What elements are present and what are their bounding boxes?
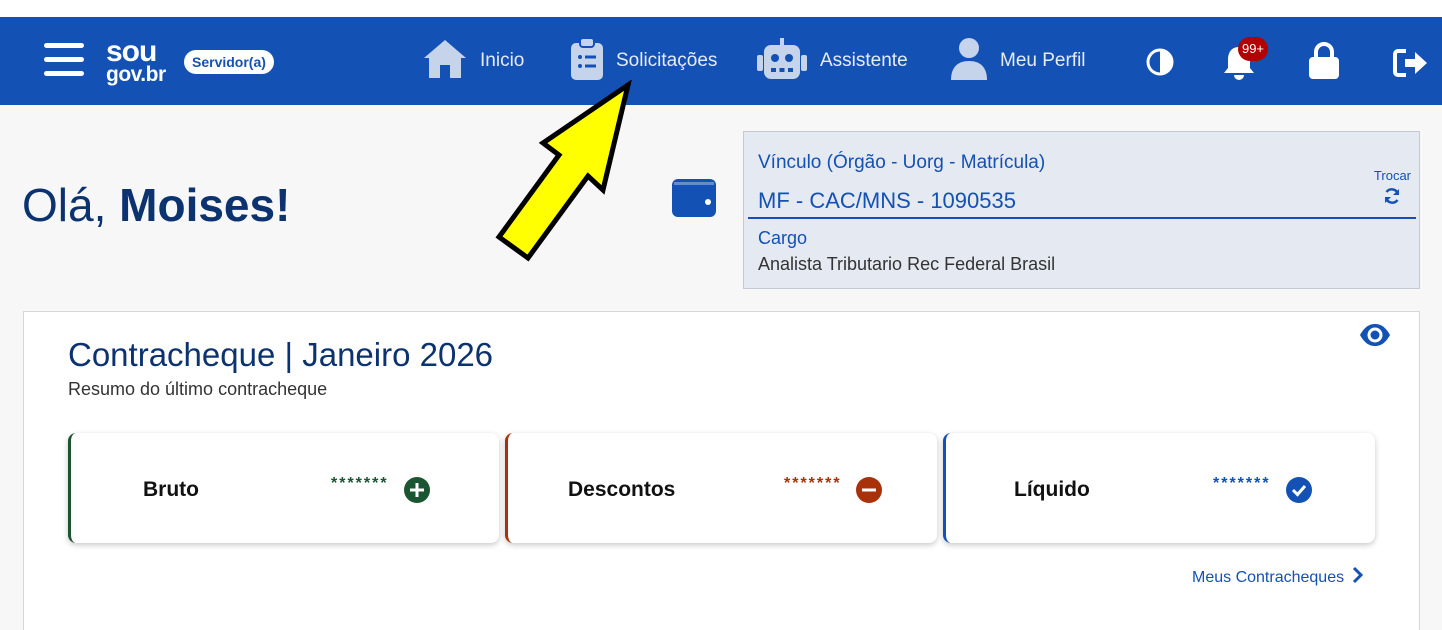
- robot-icon: [756, 37, 808, 86]
- nav-meu-perfil[interactable]: Meu Perfil: [950, 17, 1086, 105]
- contrast-icon[interactable]: [1146, 48, 1174, 81]
- notification-badge: 99+: [1238, 37, 1268, 61]
- descontos-label: Descontos: [568, 478, 676, 501]
- greeting-name: Moises!: [119, 179, 291, 231]
- switch-vinculo-button[interactable]: Trocar: [1374, 168, 1411, 209]
- top-strip: [0, 0, 1442, 17]
- meus-contracheques-label: Meus Contracheques: [1192, 568, 1345, 586]
- menu-button[interactable]: [44, 43, 84, 77]
- cargo-label: Cargo: [758, 228, 808, 248]
- bruto-value: *******: [331, 475, 389, 492]
- cargo-value: Analista Tributario Rec Federal Brasil: [758, 254, 1056, 274]
- payslip-title: Contracheque | Janeiro 2026: [68, 336, 494, 373]
- home-icon: [422, 38, 468, 85]
- summary-descontos[interactable]: Descontos *******: [505, 433, 937, 543]
- greeting-prefix: Olá,: [22, 179, 107, 231]
- check-circle-icon: [1285, 476, 1313, 509]
- nav-solicitacoes-label: Solicitações: [616, 50, 718, 71]
- wallet-icon: [671, 178, 717, 223]
- switch-vinculo-label: Trocar: [1373, 168, 1411, 183]
- summary-liquido[interactable]: Líquido *******: [943, 433, 1375, 543]
- nav-meu-perfil-label: Meu Perfil: [1000, 50, 1086, 71]
- liquido-value: *******: [1213, 475, 1271, 492]
- logout-icon[interactable]: [1393, 48, 1429, 83]
- role-badge: Servidor(a): [184, 50, 274, 74]
- header-bar: sou gov.br Servidor(a) Inicio Solicitaçõ…: [0, 17, 1442, 105]
- eye-icon[interactable]: [1358, 322, 1392, 353]
- refresh-icon: [1382, 188, 1402, 209]
- annotation-arrow-icon: [490, 79, 640, 270]
- payslip-card: Contracheque | Janeiro 2026 Resumo do úl…: [23, 311, 1420, 630]
- summary-bruto[interactable]: Bruto *******: [68, 433, 499, 543]
- bruto-label: Bruto: [143, 478, 199, 501]
- chevron-right-icon: [1352, 566, 1364, 589]
- clipboard-list-icon: [570, 36, 604, 86]
- vinculo-label: Vínculo (Órgão - Uorg - Matrícula): [758, 152, 1046, 173]
- user-icon: [950, 37, 988, 86]
- descontos-value: *******: [784, 475, 842, 492]
- nav-assistente[interactable]: Assistente: [756, 17, 908, 105]
- nav-inicio-label: Inicio: [480, 50, 525, 71]
- meus-contracheques-link[interactable]: Meus Contracheques: [1192, 566, 1364, 589]
- nav-assistente-label: Assistente: [820, 50, 908, 71]
- govbr-logo[interactable]: sou gov.br: [106, 37, 176, 93]
- lock-icon[interactable]: [1308, 42, 1340, 85]
- vinculo-panel: Vínculo (Órgão - Uorg - Matrícula) Troca…: [743, 131, 1420, 289]
- vinculo-value[interactable]: MF - CAC/MNS - 1090535: [758, 188, 1016, 214]
- logo-line2: gov.br: [106, 63, 166, 86]
- minus-circle-icon: [855, 476, 883, 509]
- plus-circle-icon: [403, 476, 431, 509]
- liquido-label: Líquido: [1014, 478, 1090, 501]
- payslip-subtitle: Resumo do último contracheque: [68, 379, 328, 399]
- greeting-heading: Olá, Moises!: [22, 178, 290, 232]
- vinculo-underline: [748, 217, 1416, 219]
